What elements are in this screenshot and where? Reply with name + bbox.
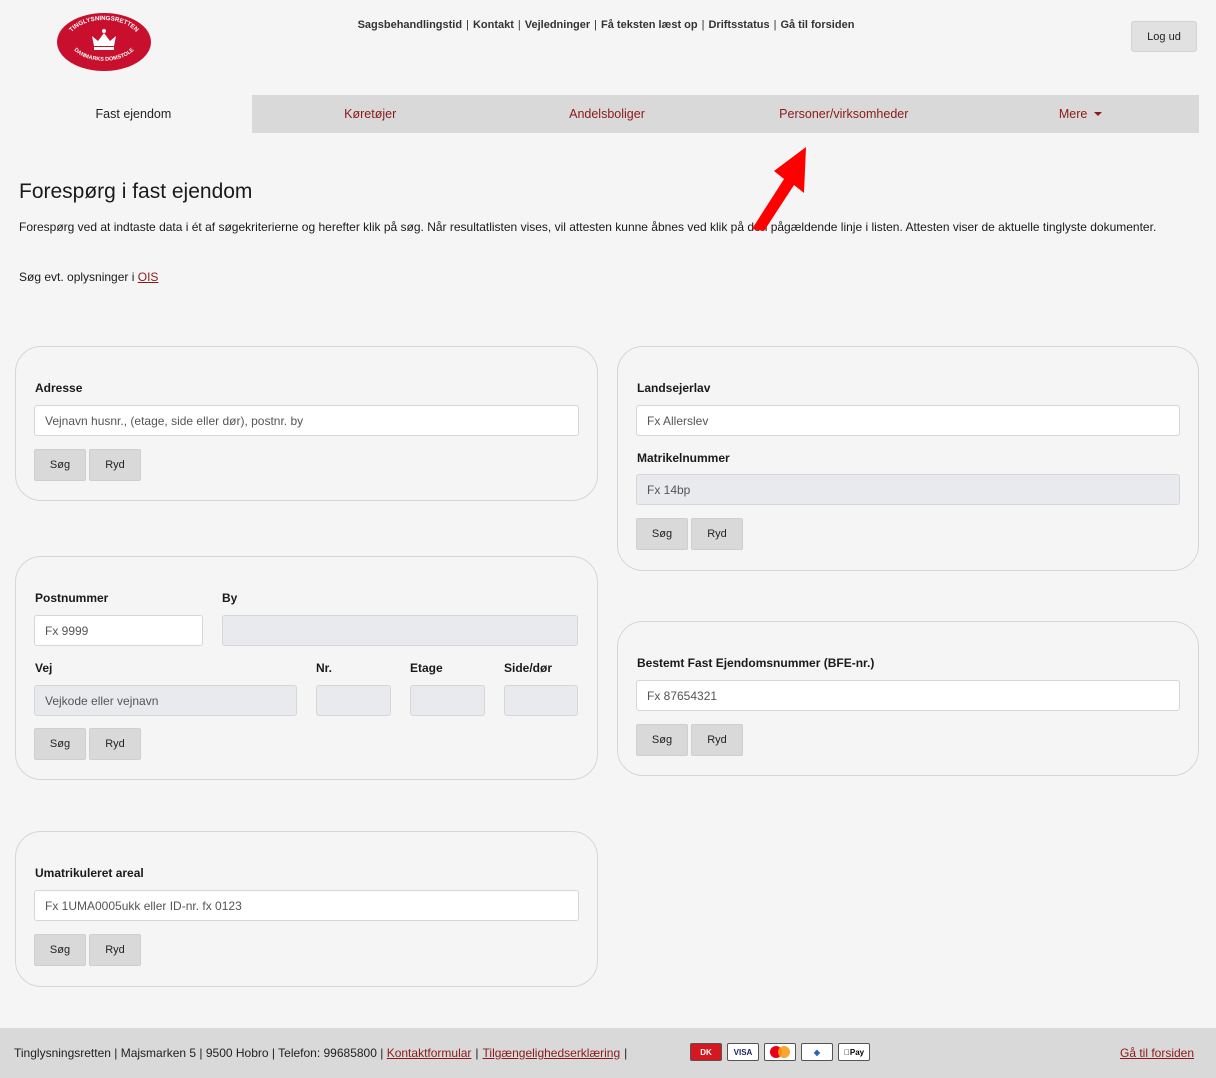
footer-contact-link[interactable]: Kontaktformular [387,1046,472,1060]
visa-icon: VISA [727,1043,759,1061]
landsejerlav-clear-button[interactable]: Ryd [691,518,743,550]
nr-input[interactable] [316,685,391,716]
toplink-driftsstatus[interactable]: Driftsstatus [708,19,769,31]
landsejerlav-input[interactable] [636,405,1180,436]
red-arrow-icon [752,147,806,231]
umatrikuleret-input[interactable] [34,890,579,921]
apple-pay-icon: Pay [838,1043,870,1061]
landsejerlav-panel: Landsejerlav Matrikelnummer Søg Ryd [617,346,1199,571]
umatrikuleret-panel: Umatrikuleret areal Søg Ryd [15,831,598,987]
address-input[interactable] [34,405,579,436]
tab-fast-ejendom[interactable]: Fast ejendom [15,95,252,133]
mobilepay-icon: ◈ [801,1043,833,1061]
main-tabs: Fast ejendom Køretøjer Andelsboliger Per… [15,95,1199,133]
toplink-home[interactable]: Gå til forsiden [780,19,854,31]
address-panel: Adresse Søg Ryd [15,346,598,501]
tab-mere-label: Mere [1058,107,1088,121]
side-door-input[interactable] [504,685,578,716]
page-title: Forespørg i fast ejendom [19,180,253,203]
payment-icons: DK VISA ◈ Pay [690,1043,870,1061]
toplink-kontakt[interactable]: Kontakt [473,19,514,31]
toplink-sagsbehandlingstid[interactable]: Sagsbehandlingstid [358,19,463,31]
matrikelnummer-input[interactable] [636,474,1180,505]
top-links: Sagsbehandlingstid | Kontakt | Vejledninger |… [357,19,855,31]
bfe-panel: Bestemt Fast Ejendomsnummer (BFE-nr.) Sø… [617,621,1199,776]
bfe-clear-button[interactable]: Ryd [691,724,743,756]
postal-clear-button[interactable]: Ryd [89,728,141,760]
postal-search-button[interactable]: Søg [34,728,86,760]
footer-text-row: Tinglysningsretten | Majsmarken 5 | 9500… [14,1046,628,1060]
nr-label: Nr. [316,661,333,675]
tab-mere[interactable]: Mere [962,95,1199,133]
bfe-input[interactable] [636,680,1180,711]
tab-personer-virksomheder[interactable]: Personer/virksomheder [725,95,963,133]
umatrikuleret-label: Umatrikuleret areal [35,866,144,880]
bfe-search-button[interactable]: Søg [636,724,688,756]
tab-andelsboliger[interactable]: Andelsboliger [488,95,726,133]
landsejerlav-label: Landsejerlav [637,381,711,395]
ois-prefix: Søg evt. oplysninger i [19,270,135,284]
address-clear-button[interactable]: Ryd [89,449,141,481]
dankort-icon: DK [690,1043,722,1061]
by-input[interactable] [222,615,578,646]
vej-label: Vej [35,661,53,675]
footer-accessibility-link[interactable]: Tilgængelighedserklæring [483,1046,621,1060]
toplink-vejledninger[interactable]: Vejledninger [525,19,590,31]
toplink-read-aloud[interactable]: Få teksten læst op [601,19,698,31]
ois-hint: Søg evt. oplysninger i OIS [19,270,158,284]
footer-address: Tinglysningsretten | Majsmarken 5 | 9500… [14,1046,384,1060]
postal-panel: Postnummer By Vej Nr. Etage Side/dør Søg… [15,556,598,780]
tab-koeretoejer[interactable]: Køretøjer [251,95,489,133]
matrikelnummer-label: Matrikelnummer [637,451,730,465]
postnummer-input[interactable] [34,615,203,646]
logout-button[interactable]: Log ud [1131,21,1197,52]
etage-label: Etage [410,661,443,675]
by-label: By [222,591,238,605]
landsejerlav-search-button[interactable]: Søg [636,518,688,550]
address-label: Adresse [35,381,83,395]
side-door-label: Side/dør [504,661,553,675]
chevron-down-icon [1094,112,1103,116]
mastercard-icon [764,1043,796,1061]
footer-home-link[interactable]: Gå til forsiden [1120,1046,1194,1060]
address-search-button[interactable]: Søg [34,449,86,481]
bfe-label: Bestemt Fast Ejendomsnummer (BFE-nr.) [637,656,875,670]
umatrikuleret-search-button[interactable]: Søg [34,934,86,966]
vej-input[interactable] [34,685,297,716]
footer: Tinglysningsretten | Majsmarken 5 | 9500… [0,1028,1216,1078]
ois-link[interactable]: OIS [138,270,159,284]
intro-text: Forespørg ved at indtaste data i ét af s… [19,220,1157,234]
umatrikuleret-clear-button[interactable]: Ryd [89,934,141,966]
postnummer-label: Postnummer [35,591,109,605]
etage-input[interactable] [410,685,485,716]
